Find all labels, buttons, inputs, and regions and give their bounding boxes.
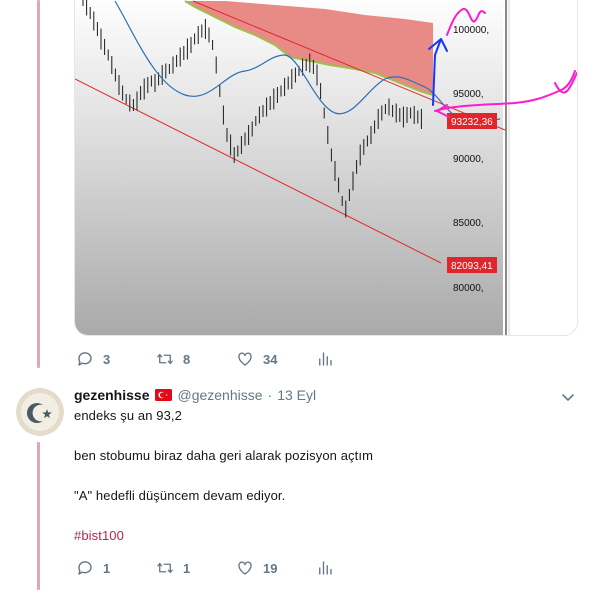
- reply-icon: [78, 561, 92, 575]
- channel-bottom-price-tag-text: 82093,41: [451, 261, 493, 272]
- like-icon: [238, 561, 252, 575]
- analytics-icon: [319, 352, 332, 366]
- retweet-count: 1: [183, 560, 191, 576]
- avatar[interactable]: [16, 388, 64, 436]
- retweet-icon: [157, 353, 173, 365]
- hashtag-link[interactable]: #bist100: [74, 528, 124, 543]
- user-handle[interactable]: @gezenhisse: [177, 387, 262, 403]
- price-label-100000: 100000,: [453, 25, 489, 36]
- avatar-crescent-star-icon: [16, 388, 64, 436]
- current-price-tag-text: 93232,36: [451, 117, 493, 128]
- retweet-button[interactable]: 8: [156, 350, 236, 368]
- turkey-flag-icon: [155, 389, 173, 401]
- chevron-down-icon[interactable]: [561, 390, 575, 404]
- price-label-95000: 95000,: [453, 89, 484, 100]
- tweet-action-bar: 1 1 19: [76, 558, 396, 578]
- upper-tweet-action-bar: 3 8 34: [76, 349, 396, 369]
- like-count: 34: [263, 351, 278, 367]
- retweet-count: 8: [183, 351, 191, 367]
- retweet-icon: [157, 562, 173, 574]
- reply-button[interactable]: 3: [76, 350, 156, 368]
- like-button[interactable]: 34: [236, 350, 316, 368]
- reply-count: 3: [103, 351, 111, 367]
- reply-button[interactable]: 1: [76, 559, 156, 577]
- display-name[interactable]: gezenhisse: [74, 387, 149, 403]
- like-count: 19: [263, 560, 278, 576]
- tweet-header: gezenhisse @gezenhisse · 13 Eyl: [74, 387, 316, 403]
- price-label-90000: 90000,: [453, 154, 484, 165]
- analytics-button[interactable]: [316, 350, 396, 368]
- chart-axis-area: [503, 0, 577, 335]
- reply-icon: [78, 352, 92, 366]
- price-label-80000: 80000,: [453, 283, 484, 294]
- tweet-media-chart[interactable]: 100000, 95000, 90000, 85000, 80000, 9323…: [74, 0, 578, 336]
- tweet-text-line-2: ben stobumu biraz daha geri alarak pozis…: [74, 448, 374, 463]
- thread-connector-line: [37, 0, 40, 368]
- tweet-date[interactable]: 13 Eyl: [277, 387, 316, 403]
- reply-count: 1: [103, 560, 111, 576]
- tweet-text-line-1: endeks şu an 93,2: [74, 408, 182, 423]
- retweet-button[interactable]: 1: [156, 559, 236, 577]
- header-separator: ·: [267, 387, 273, 403]
- like-icon: [238, 352, 252, 366]
- like-button[interactable]: 19: [236, 559, 316, 577]
- analytics-icon: [319, 561, 332, 575]
- price-chart: 100000, 95000, 90000, 85000, 80000, 9323…: [75, 0, 577, 335]
- analytics-button[interactable]: [316, 559, 396, 577]
- tweet-text-line-3: "A" hedefli düşüncem devam ediyor.: [74, 488, 286, 503]
- price-label-85000: 85000,: [453, 218, 484, 229]
- thread-connector-line-lower: [37, 442, 40, 590]
